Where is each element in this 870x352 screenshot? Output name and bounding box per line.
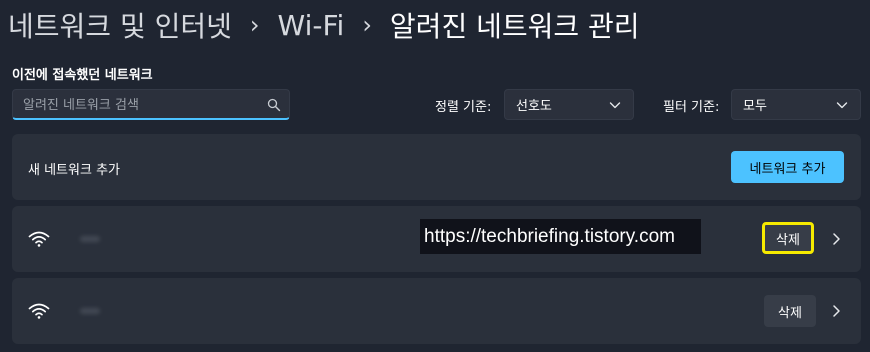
chevron-right-icon[interactable] xyxy=(831,304,841,318)
breadcrumb-wifi[interactable]: Wi-Fi xyxy=(278,9,345,42)
breadcrumb: 네트워크 및 인터넷 › Wi-Fi › 알려진 네트워크 관리 xyxy=(8,0,640,50)
filter-value: 모두 xyxy=(743,99,767,114)
chevron-down-icon xyxy=(836,102,848,109)
chevron-down-icon xyxy=(609,102,621,109)
network-name-redacted xyxy=(80,236,100,242)
page-title: 알려진 네트워크 관리 xyxy=(389,10,640,43)
breadcrumb-separator: › xyxy=(362,11,372,39)
sort-label: 정렬 기준: xyxy=(435,100,492,115)
breadcrumb-separator: › xyxy=(249,11,260,39)
chevron-right-icon[interactable] xyxy=(831,232,841,246)
add-network-card: 새 네트워크 추가 네트워크 추가 xyxy=(12,134,861,200)
search-box[interactable] xyxy=(12,89,290,121)
filter-dropdown[interactable]: 모두 xyxy=(731,89,861,120)
breadcrumb-network-internet[interactable]: 네트워크 및 인터넷 xyxy=(8,5,232,45)
sort-value: 선호도 xyxy=(516,99,552,114)
delete-button[interactable]: 삭제 xyxy=(764,295,816,327)
wifi-icon xyxy=(28,231,50,247)
search-icon xyxy=(267,98,281,112)
add-network-button[interactable]: 네트워크 추가 xyxy=(731,151,844,183)
wifi-icon xyxy=(28,303,50,319)
watermark-url: https://techbriefing.tistory.com xyxy=(420,219,701,254)
network-name-redacted xyxy=(80,308,100,314)
delete-button[interactable]: 삭제 xyxy=(762,222,814,254)
search-input[interactable] xyxy=(21,90,265,121)
network-row[interactable]: 삭제 xyxy=(12,278,861,344)
add-network-text: 새 네트워크 추가 xyxy=(28,163,120,178)
filter-label: 필터 기준: xyxy=(663,100,720,115)
sort-dropdown[interactable]: 선호도 xyxy=(504,89,634,120)
section-title: 이전에 접속했던 네트워크 xyxy=(12,68,153,83)
